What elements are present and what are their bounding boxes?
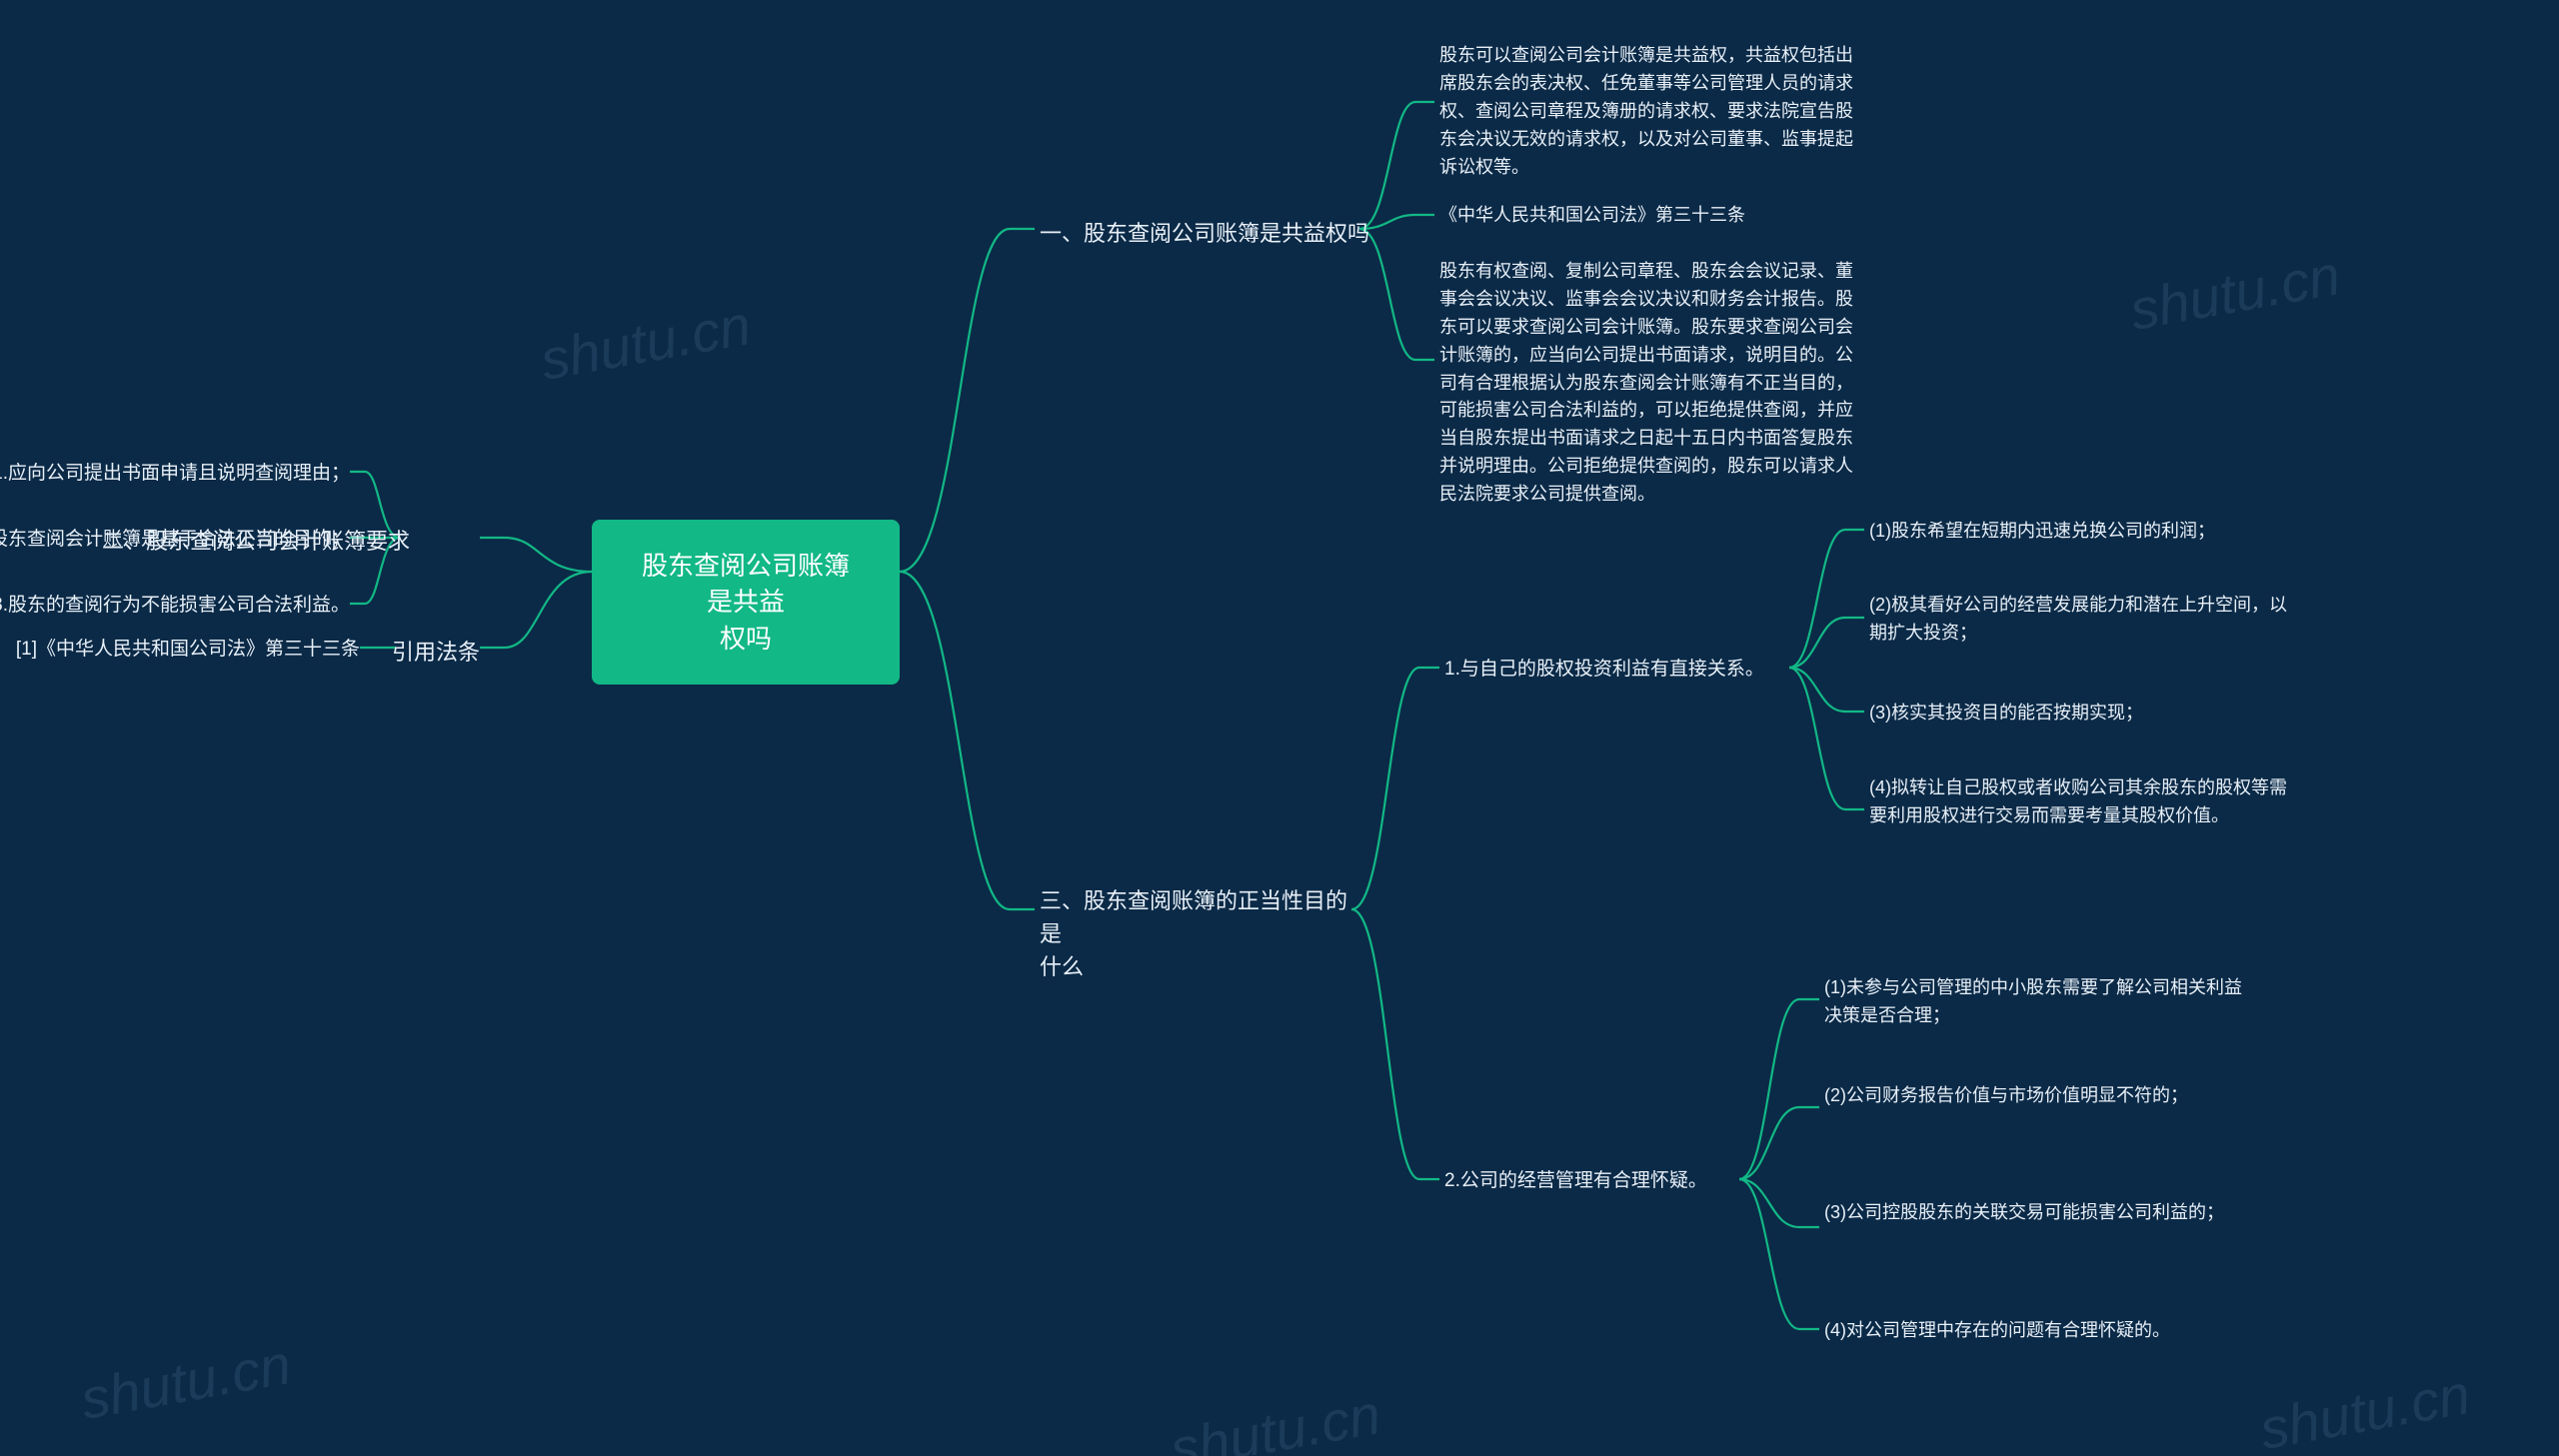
branch-1-leaf-2: 《中华人民共和国公司法》第三十三条 [1439, 202, 1745, 230]
root-line2: 权吗 [630, 621, 862, 657]
branch-1-leaf-3: 股东有权查阅、复制公司章程、股东会会议记录、董事会会议决议、监事会会议决议和财务… [1439, 258, 1859, 509]
branch-3-line1: 三、股东查阅账簿的正当性目的是 [1040, 888, 1347, 946]
watermark: shutu.cn [2125, 242, 2345, 343]
branch-3-sub-2-leaf-3: (3)公司控股股东的关联交易可能损害公司利益的； [1824, 1199, 2224, 1227]
branch-2-leaf-1: 1.应向公司提出书面申请且说明查阅理由； [0, 460, 350, 489]
branch-3[interactable]: 三、股东查阅账簿的正当性目的是 什么 [1040, 884, 1349, 983]
branch-ref-leaf: [1]《中华人民共和国公司法》第三十三条 [16, 636, 360, 665]
branch-1-leaf-1: 股东可以查阅公司会计账簿是共益权，共益权包括出席股东会的表决权、任免董事等公司管… [1439, 42, 1859, 181]
branch-ref[interactable]: 引用法条 [392, 636, 480, 669]
branch-3-sub-1-leaf-2: (2)极其看好公司的经营发展能力和潜在上升空间，以期扩大投资； [1869, 592, 2289, 648]
branch-3-sub-1-leaf-3: (3)核实其投资目的能否按期实现； [1869, 700, 2143, 728]
branch-3-sub-2-leaf-4: (4)对公司管理中存在的问题有合理怀疑的。 [1824, 1317, 2170, 1345]
branch-2-leaf-2: 2.股东查阅会计账簿是基于合法正当的目的； [0, 526, 350, 555]
watermark: shutu.cn [1166, 1381, 1385, 1456]
branch-3-sub-2-leaf-1: (1)未参与公司管理的中小股东需要了解公司相关利益决策是否合理； [1824, 974, 2244, 1030]
root-line1: 股东查阅公司账簿是共益 [630, 548, 862, 621]
branch-2-leaf-3: 3.股东的查阅行为不能损害公司合法利益。 [0, 592, 350, 621]
branch-1[interactable]: 一、股东查阅公司账簿是共益权吗 [1040, 217, 1369, 250]
root-node[interactable]: 股东查阅公司账簿是共益 权吗 [592, 520, 900, 685]
branch-3-sub-2[interactable]: 2.公司的经营管理有合理怀疑。 [1444, 1167, 1707, 1196]
branch-3-sub-1-leaf-4: (4)拟转让自己股权或者收购公司其余股东的股权等需要利用股权进行交易而需要考量其… [1869, 774, 2289, 830]
mindmap-canvas: shutu.cn shutu.cn shutu.cn shutu.cn shut… [0, 0, 2559, 1456]
branch-3-sub-1[interactable]: 1.与自己的股权投资利益有直接关系。 [1444, 656, 1764, 685]
watermark: shutu.cn [2255, 1361, 2475, 1456]
branch-3-line2: 什么 [1040, 954, 1084, 979]
branch-3-sub-2-leaf-2: (2)公司财务报告价值与市场价值明显不符的； [1824, 1082, 2188, 1110]
branch-3-sub-1-leaf-1: (1)股东希望在短期内迅速兑换公司的利润； [1869, 518, 2215, 546]
watermark: shutu.cn [76, 1331, 296, 1432]
watermark: shutu.cn [536, 292, 756, 393]
